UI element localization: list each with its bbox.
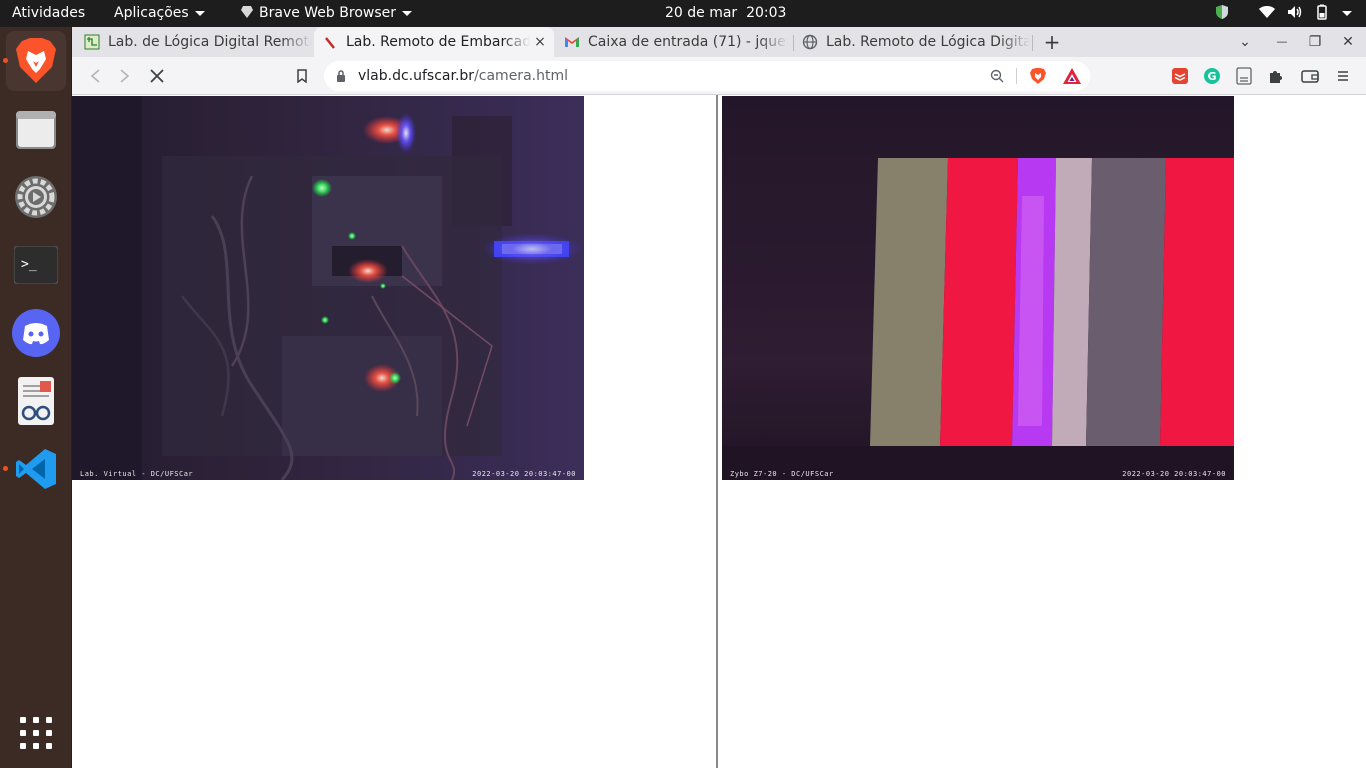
camera-image-display	[722, 96, 1234, 480]
browser-window: Lab. de Lógica Digital Remoto Lab. Remot…	[72, 27, 1366, 768]
tab-separator	[1032, 35, 1033, 51]
clock[interactable]: 20 de mar 20:03	[665, 0, 786, 27]
svg-text:>_: >_	[21, 257, 37, 272]
camera-feed-zybo: Zybo Z7-20 - DC/UFSCar 2022-03-20 20:03:…	[722, 96, 1234, 480]
brave-rewards-icon[interactable]	[1062, 67, 1082, 85]
ufscar-icon	[322, 34, 338, 50]
battery-icon[interactable]	[1314, 0, 1330, 27]
dock-item-settings[interactable]	[6, 167, 66, 227]
circuit-icon	[84, 34, 100, 50]
address-bar[interactable]: vlab.dc.ufscar.br/camera.html	[324, 61, 1090, 91]
app-menu-label: Brave Web Browser	[259, 5, 396, 21]
restore-button[interactable]: ❐	[1299, 27, 1331, 57]
lock-icon	[337, 70, 345, 82]
back-icon	[90, 69, 100, 83]
camera-caption-timestamp: 2022-03-20 20:03:47-00	[472, 470, 576, 478]
url-text: vlab.dc.ufscar.br/camera.html	[358, 61, 568, 91]
system-menu-chevron-icon[interactable]	[1336, 0, 1352, 27]
frame-divider[interactable]	[716, 95, 721, 768]
chevron-down-icon	[402, 10, 412, 16]
tab-search-chevron-icon[interactable]: ⌄	[1229, 27, 1261, 57]
tab-title: Lab. de Lógica Digital Remoto	[108, 34, 312, 50]
shield-status-icon[interactable]	[1214, 0, 1230, 27]
top-bar: Atividades Aplicações Brave Web Browser …	[0, 0, 1366, 27]
extensions-puzzle-icon[interactable]	[1265, 65, 1287, 87]
bookmark-icon	[297, 69, 307, 83]
back-button[interactable]	[80, 61, 110, 91]
discord-icon	[12, 309, 60, 357]
camera-image-board	[72, 96, 584, 480]
activities-button[interactable]: Atividades	[12, 0, 85, 27]
wifi-icon[interactable]	[1258, 0, 1276, 27]
close-window-button[interactable]: ✕	[1332, 27, 1364, 57]
page-content: Lab. Virtual - DC/UFSCar 2022-03-20 20:0…	[72, 95, 1366, 768]
extension-reader-icon[interactable]	[1233, 65, 1255, 87]
dock-item-vscode[interactable]	[3, 439, 66, 499]
close-tab-icon[interactable]: ×	[530, 34, 550, 50]
zoom-icon[interactable]	[990, 69, 1004, 83]
running-indicator	[3, 58, 8, 63]
new-tab-button[interactable]: +	[1036, 27, 1068, 57]
terminal-icon: >_	[14, 246, 58, 284]
url-path: /camera.html	[474, 68, 568, 84]
address-separator	[1016, 68, 1017, 84]
vscode-icon	[16, 449, 56, 489]
tab-embarcados[interactable]: Lab. Remoto de Embarcados ×	[314, 27, 554, 57]
files-icon	[16, 111, 56, 149]
stop-icon	[150, 69, 164, 83]
camera-feed-lab-virtual: Lab. Virtual - DC/UFSCar 2022-03-20 20:0…	[72, 96, 584, 480]
clock-time: 20:03	[746, 5, 787, 21]
chevron-down-icon	[194, 10, 205, 16]
menu-icon[interactable]	[1332, 65, 1354, 87]
document-viewer-icon	[18, 377, 54, 425]
tab-title: Lab. Remoto de Lógica Digital	[826, 34, 1030, 50]
url-host: vlab.dc.ufscar.br	[358, 68, 475, 84]
tab-strip: Lab. de Lógica Digital Remoto Lab. Remot…	[72, 27, 1366, 57]
globe-icon	[802, 34, 818, 50]
brave-small-icon	[241, 6, 253, 18]
grid-icon	[20, 717, 52, 749]
wallet-icon[interactable]	[1299, 65, 1321, 87]
minimize-button[interactable]: —	[1266, 27, 1298, 57]
dock-item-files[interactable]	[6, 99, 66, 159]
settings-icon	[15, 176, 57, 218]
tab-logica-digital-2[interactable]: Lab. Remoto de Lógica Digital	[794, 27, 1030, 57]
dock-item-document-viewer[interactable]	[6, 371, 66, 431]
bookmark-button[interactable]	[287, 61, 317, 91]
volume-icon[interactable]	[1286, 0, 1304, 27]
applications-menu[interactable]: Aplicações	[114, 0, 205, 27]
show-applications-button[interactable]	[6, 703, 66, 763]
dock: >_	[0, 27, 72, 768]
forward-button[interactable]	[110, 61, 140, 91]
tab-logica-digital[interactable]: Lab. de Lógica Digital Remoto	[76, 27, 312, 57]
brave-shields-icon[interactable]	[1029, 67, 1047, 85]
running-indicator	[3, 466, 8, 471]
dock-item-terminal[interactable]: >_	[6, 235, 66, 295]
dock-item-discord[interactable]	[6, 303, 66, 363]
camera-caption-timestamp: 2022-03-20 20:03:47-00	[1122, 470, 1226, 478]
toolbar: vlab.dc.ufscar.br/camera.html G	[72, 57, 1366, 95]
forward-icon	[120, 69, 130, 83]
dock-item-brave[interactable]	[3, 31, 66, 91]
gmail-icon	[564, 34, 580, 50]
clock-date: 20 de mar	[665, 5, 738, 21]
extension-todoist-icon[interactable]	[1169, 65, 1191, 87]
tab-title: Caixa de entrada (71) - jquenti	[588, 34, 788, 50]
tab-gmail[interactable]: Caixa de entrada (71) - jquenti	[556, 27, 788, 57]
app-menu[interactable]: Brave Web Browser	[240, 0, 412, 27]
stop-button[interactable]	[142, 61, 172, 91]
extension-grammarly-icon[interactable]: G	[1201, 65, 1223, 87]
tab-title: Lab. Remoto de Embarcados	[346, 34, 530, 50]
camera-caption-label: Lab. Virtual - DC/UFSCar	[80, 470, 194, 478]
applications-label: Aplicações	[114, 5, 189, 21]
brave-icon	[16, 38, 56, 83]
camera-caption-label: Zybo Z7-20 - DC/UFSCar	[730, 470, 834, 478]
svg-text:G: G	[1208, 70, 1217, 83]
